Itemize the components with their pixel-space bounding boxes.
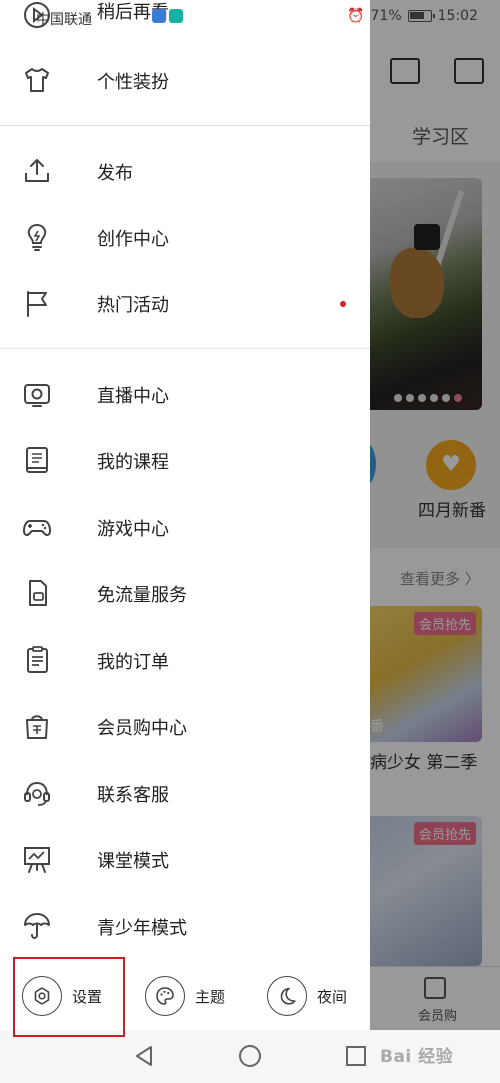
night-mode-button[interactable]: 夜间 <box>267 974 347 1018</box>
theme-label: 主题 <box>195 987 226 1006</box>
system-navigation-bar: Bai 经验 <box>0 1030 500 1083</box>
status-right: ⏰ 71% 15:02 <box>347 8 478 24</box>
menu-label: 发布 <box>97 163 133 184</box>
menu-item-publish[interactable]: 发布 <box>0 141 370 201</box>
watermark-logo: Bai 经验 <box>380 1047 454 1067</box>
menu-label: 创作中心 <box>97 229 169 250</box>
menu-label: 热门活动 <box>97 295 169 316</box>
lightbulb-icon <box>22 222 52 252</box>
back-icon[interactable] <box>133 1044 155 1072</box>
gamepad-icon <box>22 512 52 542</box>
divider <box>0 348 370 349</box>
side-drawer: 稍后再看 个性装扮 发布 创作中心 热门活动 直播中心 我的课程 游戏中心 免流… <box>0 0 370 1030</box>
settings-highlight-box <box>13 957 125 1037</box>
shopping-bag-icon <box>22 711 52 741</box>
menu-label: 我的课程 <box>97 452 169 473</box>
palette-icon <box>145 976 185 1016</box>
menu-item-my-courses[interactable]: 我的课程 <box>0 430 370 490</box>
order-list-icon <box>22 645 52 675</box>
battery-icon <box>407 10 435 22</box>
umbrella-icon <box>22 911 52 941</box>
menu-label: 游戏中心 <box>97 519 169 540</box>
clock: 15:02 <box>437 8 478 24</box>
flag-icon <box>22 288 52 318</box>
menu-item-creator-center[interactable]: 创作中心 <box>0 207 370 267</box>
menu-item-vip-shop[interactable]: 会员购中心 <box>0 696 370 756</box>
menu-item-live-center[interactable]: 直播中心 <box>0 364 370 424</box>
theme-button[interactable]: 主题 <box>145 974 225 1018</box>
course-book-icon <box>22 445 52 475</box>
app-notification-icon <box>152 9 166 23</box>
alarm-icon: ⏰ <box>347 8 365 24</box>
menu-item-teen-mode[interactable]: 青少年模式 <box>0 896 370 956</box>
divider <box>0 125 370 126</box>
carrier-label: 中国联通 <box>36 12 92 28</box>
home-icon[interactable] <box>239 1045 261 1067</box>
tshirt-icon <box>22 65 52 95</box>
menu-item-my-orders[interactable]: 我的订单 <box>0 630 370 690</box>
notification-dot <box>340 301 346 307</box>
night-label: 夜间 <box>317 987 348 1006</box>
status-bar: 中国联通 ⏰ 71% 15:02 <box>0 0 500 34</box>
menu-label: 免流量服务 <box>97 585 187 606</box>
sim-card-icon <box>22 578 52 608</box>
menu-label: 我的订单 <box>97 652 169 673</box>
upload-icon <box>22 156 52 186</box>
menu-item-customer-service[interactable]: 联系客服 <box>0 763 370 823</box>
classroom-icon <box>22 844 52 874</box>
menu-label: 会员购中心 <box>97 718 187 739</box>
menu-item-free-data[interactable]: 免流量服务 <box>0 563 370 623</box>
headset-icon <box>22 778 52 808</box>
menu-label: 青少年模式 <box>97 918 187 939</box>
menu-item-hot-events[interactable]: 热门活动 <box>0 273 370 333</box>
battery-percent: 71% <box>370 8 402 24</box>
menu-label: 课堂模式 <box>97 851 169 872</box>
menu-label: 联系客服 <box>97 785 169 806</box>
menu-label: 个性装扮 <box>97 72 169 93</box>
menu-item-classroom-mode[interactable]: 课堂模式 <box>0 829 370 889</box>
recent-apps-icon[interactable] <box>346 1046 366 1066</box>
notification-icons <box>152 9 183 23</box>
moon-icon <box>267 976 307 1016</box>
menu-label: 直播中心 <box>97 386 169 407</box>
menu-item-personalize[interactable]: 个性装扮 <box>0 50 370 110</box>
app-notification-icon <box>169 9 183 23</box>
live-tv-icon <box>22 379 52 409</box>
menu-item-game-center[interactable]: 游戏中心 <box>0 497 370 557</box>
